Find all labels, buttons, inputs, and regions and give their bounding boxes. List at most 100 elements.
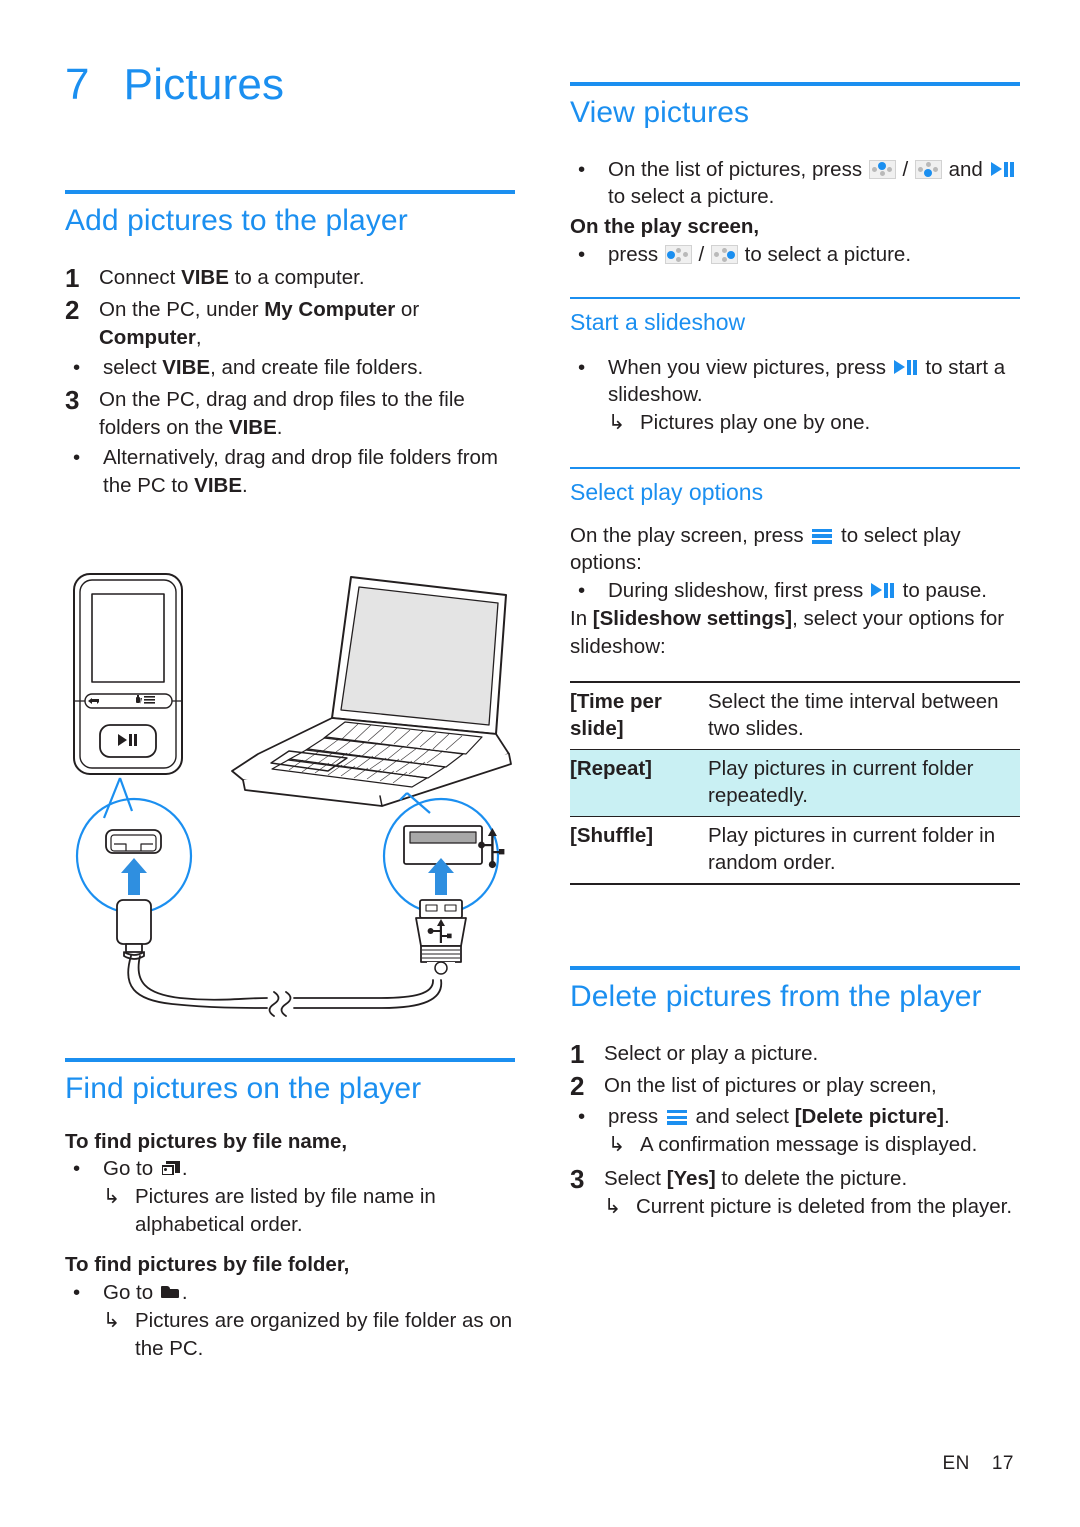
section-heading-add-pictures: Add pictures to the player (65, 204, 408, 238)
bullet-text: Go to . (103, 1279, 515, 1307)
view-pictures-bullet-1: • On the list of pictures, press / and t… (570, 156, 1020, 212)
left-column-lower: Find pictures on the player To find pict… (65, 1058, 515, 1363)
bullet-marker: • (578, 355, 586, 379)
page-footer: EN 17 (942, 1453, 1014, 1475)
step-text: Select [Yes] to delete the picture. (604, 1165, 1020, 1193)
slideshow-settings-label: [Slideshow settings] (592, 607, 793, 631)
step-text: Select or play a picture. (604, 1041, 819, 1065)
view-pictures-bullet-2: • press / to select a picture. (570, 241, 1020, 269)
result-arrow-icon: ↳ (608, 411, 626, 435)
bullet-text-end: . (943, 1104, 950, 1128)
bullet-text: press / to select a picture. (608, 241, 1020, 269)
delete-step-1: 1 Select or play a picture. (570, 1039, 1020, 1069)
subsection-heading-start-slideshow: Start a slideshow (570, 309, 746, 336)
section-heading-find-pictures: Find pictures on the player (65, 1072, 422, 1105)
option-key: [Time per slide] (570, 680, 708, 750)
intro-pre: In (570, 607, 593, 631)
bullet-marker: • (73, 445, 81, 469)
chapter-number: 7 (65, 60, 90, 109)
bullet-text: Alternatively, drag and drop file folder… (103, 445, 499, 497)
section-rule-view-pictures (570, 82, 1020, 86)
section-rule-delete-pictures (570, 966, 1020, 970)
nav-right-icon (710, 245, 738, 265)
menu-icon (812, 528, 833, 545)
option-value: Play pictures in current folder in rando… (708, 816, 1020, 886)
bullet-text-pre: When you view pictures, press (608, 355, 887, 379)
goto-label: Go to (103, 1280, 154, 1304)
find-by-folder-result: ↳ Pictures are organized by file folder … (65, 1307, 515, 1363)
step-number: 3 (65, 385, 80, 415)
delete-step-3: 3 Select [Yes] to delete the picture. (570, 1163, 1020, 1194)
result-text: Pictures play one by one. (640, 411, 871, 435)
bullet-text-pre: press (608, 1104, 659, 1128)
section-rule-find-pictures (65, 1058, 515, 1062)
result-text: Pictures are listed by file name in alph… (135, 1185, 436, 1237)
result-arrow-icon: ↳ (608, 1132, 626, 1156)
nav-down-icon (914, 159, 942, 179)
illustration-usb-connection (62, 568, 522, 1020)
find-by-name-result: ↳ Pictures are listed by file name in al… (65, 1183, 515, 1239)
section-heading-delete-pictures: Delete pictures from the player (570, 980, 982, 1013)
result-arrow-icon: ↳ (604, 1195, 622, 1219)
subsection-rule-select-play-options (570, 467, 1020, 470)
step-text-post: to delete the picture. (721, 1166, 908, 1190)
bullet-text-mid: and (948, 157, 983, 181)
option-value: Select the time interval between two sli… (708, 680, 1020, 750)
lead-pre: On the play screen, press (570, 523, 804, 547)
step-1: 1 Connect VIBE to a computer. (65, 264, 515, 293)
bullet-marker: • (578, 579, 586, 603)
play-pause-icon (870, 582, 895, 599)
bullet-text-pre: During slideshow, first press (608, 579, 864, 603)
step-text: On the PC, under My Computer or Computer… (99, 298, 420, 350)
step-text: On the PC, drag and drop files to the fi… (99, 388, 465, 439)
separator-slash: / (902, 157, 909, 181)
delete-step-2-result: ↳ A confirmation message is displayed. (570, 1131, 1020, 1159)
left-column: 7 Pictures Add pictures to the player 1 … (65, 0, 515, 500)
bullet-text-post: to select a picture. (608, 185, 775, 209)
folder-icon (160, 1285, 180, 1301)
bullet-marker: • (73, 1280, 81, 1304)
find-by-name-lead: To find pictures by file name, (65, 1129, 348, 1153)
delete-step-2: 2 On the list of pictures or play screen… (570, 1072, 1020, 1101)
option-key: [Shuffle] (570, 816, 708, 886)
bullet-marker: • (578, 1104, 586, 1128)
chapter-title: Pictures (123, 60, 285, 109)
step-number: 2 (570, 1071, 585, 1102)
step-text: On the list of pictures or play screen, (604, 1074, 937, 1098)
result-text: A confirmation message is displayed. (640, 1132, 978, 1156)
result-text: Current picture is deleted from the play… (636, 1195, 1013, 1219)
find-by-folder-lead: To find pictures by file folder, (65, 1253, 350, 1277)
right-column: View pictures • On the list of pictures,… (570, 82, 1020, 886)
delete-step-3-result: ↳ Current picture is deleted from the pl… (570, 1193, 1020, 1221)
table-row: [Time per slide] Select the time interva… (570, 680, 1020, 750)
bullet-marker: • (73, 1157, 81, 1181)
bullet-marker: • (578, 157, 586, 181)
table-row-highlighted: [Repeat] Play pictures in current folder… (570, 749, 1020, 818)
footer-page-number: 17 (991, 1453, 1014, 1474)
bullet-text: select VIBE, and create file folders. (103, 356, 424, 380)
table-row: [Shuffle] Play pictures in current folde… (570, 816, 1020, 886)
step-number: 3 (570, 1163, 585, 1194)
goto-suffix: . (181, 1157, 188, 1181)
slideshow-settings-table: [Time per slide] Select the time interva… (570, 680, 1020, 886)
delete-picture-label: [Delete picture] (794, 1104, 944, 1128)
nav-left-icon (664, 245, 692, 265)
start-slideshow-result: ↳ Pictures play one by one. (570, 409, 1020, 437)
subsection-rule-start-slideshow (570, 297, 1020, 300)
select-play-options-lead: On the play screen, press to select play… (570, 522, 1020, 578)
find-by-folder-bullet: • Go to . (65, 1279, 515, 1307)
nav-up-icon (868, 159, 896, 179)
find-by-name-bullet: • Go to . (65, 1155, 515, 1183)
step-text-pre: Select (604, 1166, 661, 1190)
step-number: 2 (65, 295, 80, 326)
bullet-text: press and select [Delete picture]. (608, 1103, 1020, 1131)
pictures-icon (160, 1161, 180, 1178)
delete-step-2-bullet: • press and select [Delete picture]. (570, 1103, 1020, 1131)
footer-language: EN (942, 1453, 970, 1474)
start-slideshow-bullet: • When you view pictures, press to start… (570, 354, 1020, 410)
play-pause-icon (990, 161, 1015, 178)
bullet-text-mid: and select (695, 1104, 789, 1128)
on-play-screen-lead: On the play screen, (570, 215, 760, 239)
bullet-text: When you view pictures, press to start a… (608, 354, 1020, 410)
step-3-bullet: • Alternatively, drag and drop file fold… (65, 444, 515, 500)
